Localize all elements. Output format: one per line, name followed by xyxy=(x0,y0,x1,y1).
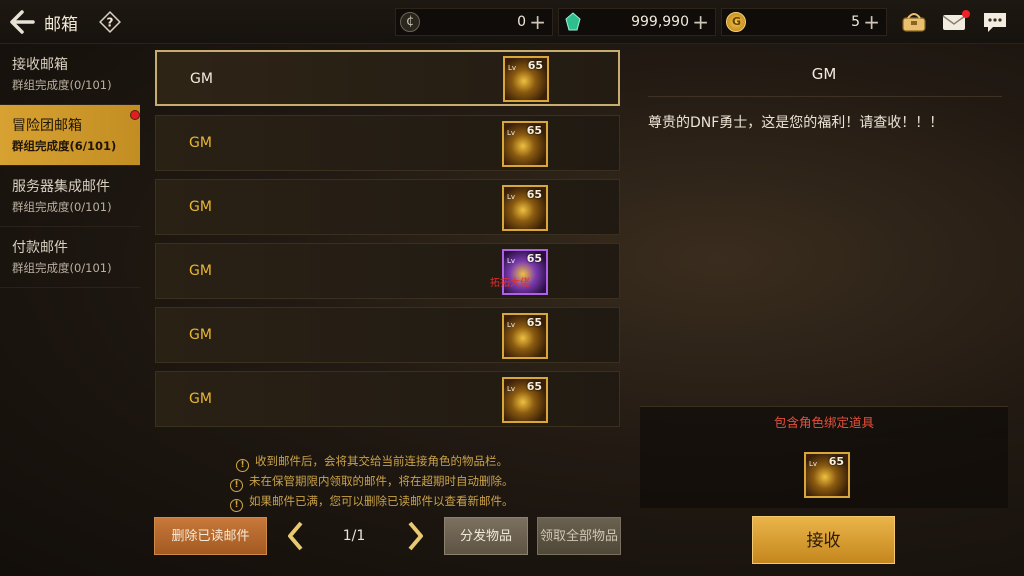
sidebar-item-progress: 群组完成度(0/101) xyxy=(12,261,112,275)
currency-gem: 999,990 + xyxy=(558,8,716,36)
mail-sender: GM xyxy=(189,327,212,343)
currency-coin: ¢ 0 + xyxy=(395,8,553,36)
notice-line: ! 未在保管期限内领取的邮件，将在超期时自动删除。 xyxy=(230,473,514,492)
reward-item-icon: Lv 65 xyxy=(502,185,548,231)
mail-sender: GM xyxy=(189,263,212,279)
gem-icon xyxy=(565,12,581,31)
page-indicator: 1/1 xyxy=(342,528,366,544)
help-icon[interactable]: ? xyxy=(98,10,122,34)
warning-icon: ! xyxy=(230,499,243,512)
reward-item-icon: Lv 65 xyxy=(502,377,548,423)
reward-item-icon: Lv 65 xyxy=(502,313,548,359)
claim-all-button[interactable]: 领取全部物品 xyxy=(537,517,621,555)
mail-list-item[interactable]: GM Lv 65 xyxy=(155,179,620,235)
divider xyxy=(648,96,1002,97)
detail-sender: GM xyxy=(811,65,837,83)
mail-list-item[interactable]: GM Lv 65 拓拓大佬 xyxy=(155,243,620,299)
reward-item-icon: Lv 65 xyxy=(503,56,549,102)
gem-add-button[interactable]: + xyxy=(692,10,709,34)
page-title: 邮箱 xyxy=(44,15,78,35)
mail-list-item[interactable]: GM Lv 65 xyxy=(155,307,620,363)
gem-value: 999,990 xyxy=(631,14,689,30)
sidebar-item-progress: 群组完成度(6/101) xyxy=(12,139,117,153)
sidebar-item-payment-mail[interactable]: 付款邮件 群组完成度(0/101) xyxy=(0,227,140,288)
coin-add-button[interactable]: + xyxy=(529,10,546,34)
bag-icon[interactable] xyxy=(900,8,928,36)
sidebar-item-adventure-mailbox[interactable]: 冒险团邮箱 群组完成度(6/101) xyxy=(0,105,140,166)
notice-line: ! 收到邮件后，会将其交给当前连接角色的物品栏。 xyxy=(236,453,508,472)
svg-text:?: ? xyxy=(107,16,114,30)
back-arrow-icon[interactable] xyxy=(8,8,36,36)
attachment-header: 包含角色绑定道具 xyxy=(640,406,1008,438)
mail-sender: GM xyxy=(189,391,212,407)
attachment-item-icon[interactable]: Lv 65 xyxy=(804,452,850,498)
prev-page-icon[interactable] xyxy=(285,520,307,552)
mail-sender: GM xyxy=(190,71,213,87)
sidebar-item-progress: 群组完成度(0/101) xyxy=(12,200,112,214)
mail-list-item[interactable]: GM Lv 65 xyxy=(155,371,620,427)
sidebar-item-server-mail[interactable]: 服务器集成邮件 群组完成度(0/101) xyxy=(0,166,140,227)
sidebar-item-label: 接收邮箱 xyxy=(12,57,68,73)
gold-value: 5 xyxy=(851,14,860,30)
receive-button[interactable]: 接收 xyxy=(752,516,895,564)
warning-icon: ! xyxy=(230,479,243,492)
sidebar-item-label: 服务器集成邮件 xyxy=(12,179,110,195)
mail-list-item[interactable]: GM Lv 65 xyxy=(155,115,620,171)
next-page-icon[interactable] xyxy=(404,520,426,552)
new-mail-badge xyxy=(130,110,140,120)
gold-add-button[interactable]: + xyxy=(863,10,880,34)
reward-item-icon: Lv 65 xyxy=(502,121,548,167)
top-bar: 邮箱 ? ¢ 0 + 999,990 + G 5 + xyxy=(0,0,1024,44)
watermark-text: 拓拓大佬 xyxy=(490,278,530,289)
currency-gold: G 5 + xyxy=(721,8,887,36)
distribute-items-button[interactable]: 分发物品 xyxy=(444,517,528,555)
sidebar-item-label: 付款邮件 xyxy=(12,240,68,256)
mail-notification-dot xyxy=(962,10,970,18)
mail-list-item[interactable]: GM Lv 65 xyxy=(155,50,620,106)
warning-icon: ! xyxy=(236,459,249,472)
gold-coin-icon: G xyxy=(726,12,746,32)
mailbox-sidebar: 接收邮箱 群组完成度(0/101) 冒险团邮箱 群组完成度(6/101) 服务器… xyxy=(0,44,140,288)
delete-read-button[interactable]: 删除已读邮件 xyxy=(154,517,267,555)
coin-value: 0 xyxy=(517,14,526,30)
reward-item-icon: Lv 65 拓拓大佬 xyxy=(490,249,548,295)
mail-body: 尊贵的DNF勇士，这是您的福利！请查收！！！ xyxy=(648,115,944,131)
chat-icon[interactable] xyxy=(981,8,1009,36)
sidebar-item-progress: 群组完成度(0/101) xyxy=(12,78,112,92)
mail-sender: GM xyxy=(189,199,212,215)
notice-line: ! 如果邮件已满，您可以删除已读邮件以查看新邮件。 xyxy=(230,493,514,512)
sidebar-item-inbox[interactable]: 接收邮箱 群组完成度(0/101) xyxy=(0,44,140,105)
attachment-area: Lv 65 xyxy=(640,438,1008,508)
coin-c-icon: ¢ xyxy=(400,12,420,32)
sidebar-item-label: 冒险团邮箱 xyxy=(12,118,82,134)
mail-sender: GM xyxy=(189,135,212,151)
